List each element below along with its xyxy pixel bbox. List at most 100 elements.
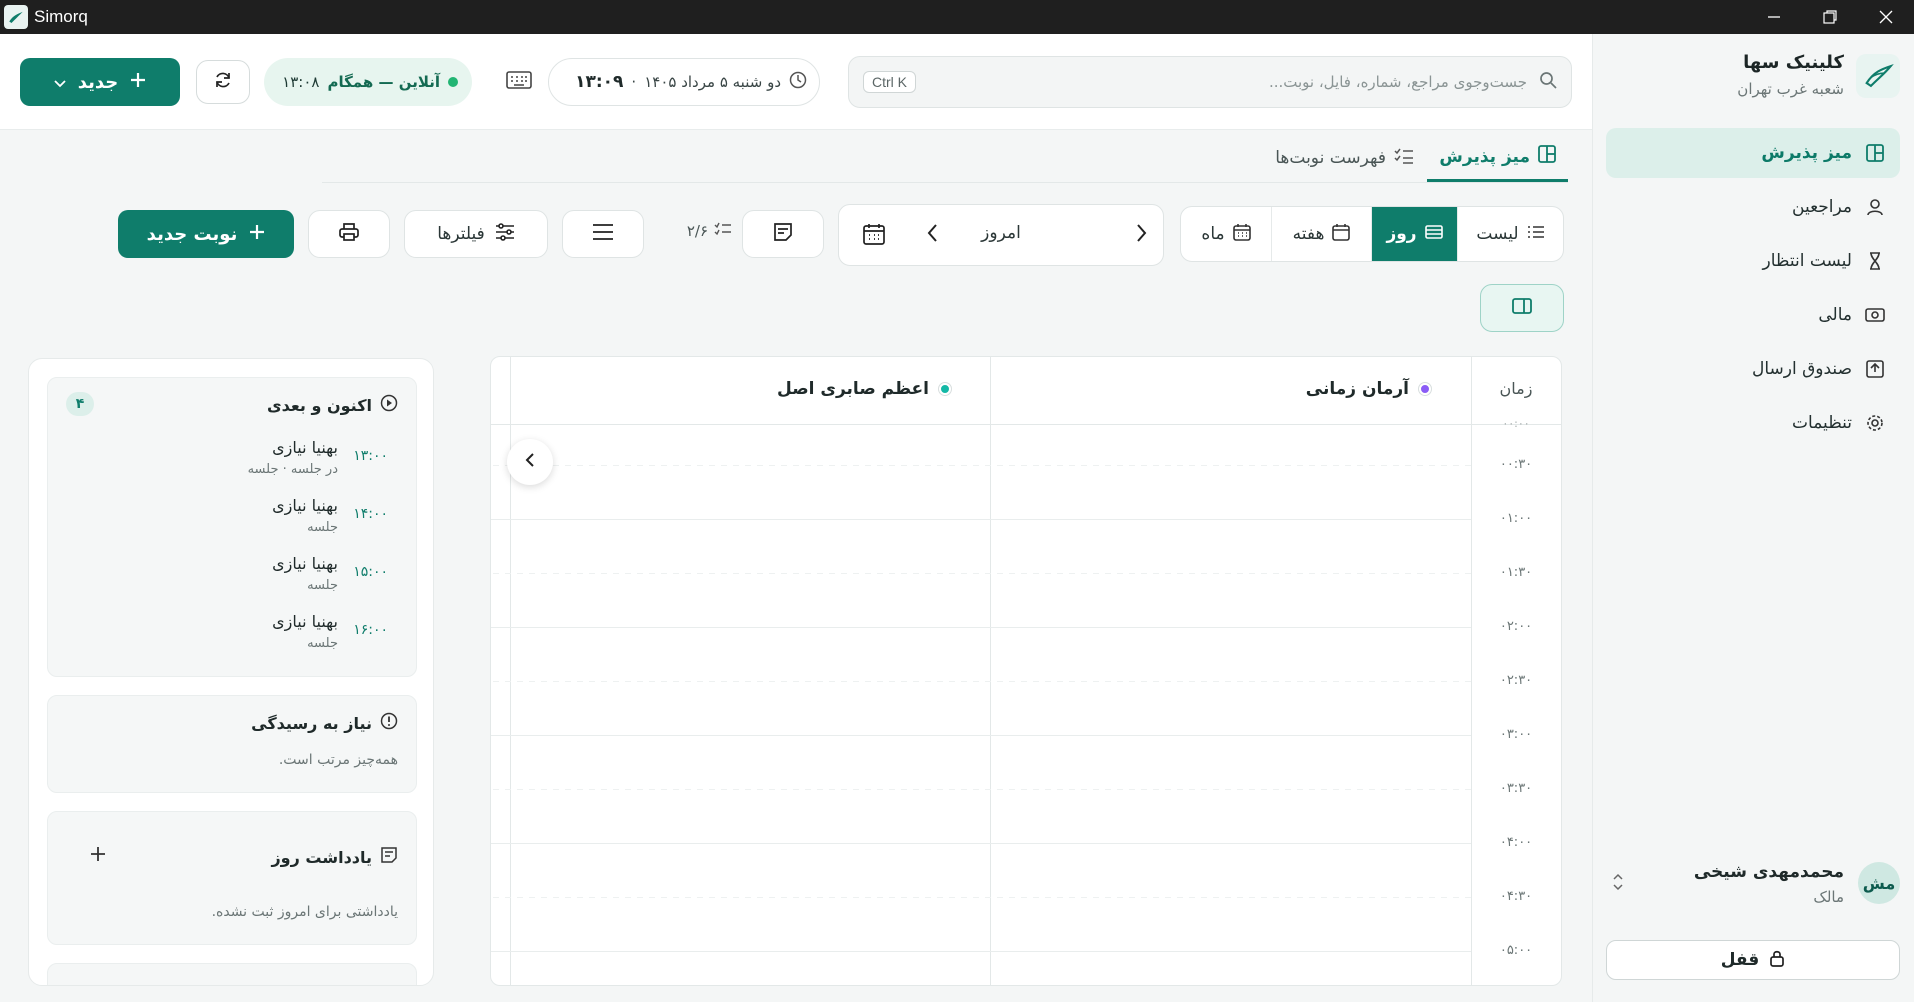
brand-name: کلینیک سها <box>1743 52 1844 73</box>
brand-branch: شعبه غرب تهران <box>1737 80 1844 98</box>
new-appointment-label: نوبت جدید <box>146 223 238 245</box>
toggle-side-panel-button[interactable] <box>1480 284 1564 332</box>
lock-label: قفل <box>1720 950 1760 970</box>
new-appointment-button[interactable]: نوبت جدید <box>118 210 294 258</box>
menu-button[interactable] <box>562 210 644 258</box>
tab-reception[interactable]: میز پذیرش <box>1427 134 1568 182</box>
time-label-partial: ۰۰:۰۰ <box>1502 417 1530 430</box>
sidebar-item-label: میز پذیرش <box>1761 143 1852 163</box>
view-week-label: هفته <box>1292 224 1325 244</box>
client-name: بهنیا نیازی <box>272 496 338 515</box>
close-button[interactable] <box>1858 0 1914 34</box>
appointment-time: ۱۴:۰۰ <box>353 506 388 522</box>
refresh-button[interactable] <box>196 60 250 104</box>
time-text: ۱۳:۰۹ <box>575 72 624 92</box>
provider-header: آرمان زمانی <box>1306 379 1431 399</box>
app-logo-icon <box>4 5 28 29</box>
now-next-card: اکنون و بعدی ۴ بهنیا نیازی در جلسه · جلس… <box>47 377 417 677</box>
time-label: ۰۱:۳۰ <box>1499 565 1533 580</box>
time-label: ۰۲:۰۰ <box>1499 619 1533 634</box>
day-view-icon <box>1424 224 1443 244</box>
view-list-label: لیست <box>1476 224 1519 244</box>
sidebar-item-finance[interactable]: مالی <box>1606 290 1900 340</box>
hour-line <box>491 627 1471 628</box>
print-button[interactable] <box>308 210 390 258</box>
checklist-icon <box>1394 147 1414 170</box>
sidebar-item-label: صندوق ارسال <box>1752 359 1852 379</box>
sidebar-item-label: مالی <box>1818 305 1852 325</box>
day-notes-card: یادداشت روز یادداشتی برای امروز ثبت نشده… <box>47 811 417 945</box>
appointment-status: جلسه <box>307 578 338 593</box>
checklist-icon <box>714 222 732 240</box>
minimize-button[interactable] <box>1746 0 1802 34</box>
plus-icon <box>130 72 146 93</box>
attention-title-text: نیاز به رسیدگی <box>251 713 372 733</box>
time-label: ۰۳:۰۰ <box>1499 727 1533 742</box>
time-label: ۰۵:۰۰ <box>1499 943 1533 958</box>
upcoming-appointment[interactable]: بهنیا نیازی جلسه ۱۵:۰۰ <box>88 554 388 610</box>
plus-icon <box>249 224 265 245</box>
user-switcher[interactable]: مش محمدمهدی شیخی مالک <box>1606 854 1900 914</box>
schedule-grid: زمان آرمان زمانی اعظم صابری اصل ۰۰:۰۰ ۰۰… <box>490 356 1562 986</box>
new-label: جدید <box>77 71 119 93</box>
sidebar-item-reception[interactable]: میز پذیرش <box>1606 128 1900 178</box>
upcoming-appointment[interactable]: بهنیا نیازی جلسه ۱۶:۰۰ <box>88 612 388 668</box>
appointment-status: جلسه <box>307 636 338 651</box>
tab-appointments-list[interactable]: فهرست نوبت‌ها <box>1263 134 1426 182</box>
provider-name: اعظم صابری اصل <box>777 379 929 399</box>
chevron-updown-icon <box>1612 872 1624 896</box>
next-day-button[interactable] <box>927 223 939 247</box>
search-input[interactable] <box>928 73 1527 91</box>
search-shortcut: Ctrl K <box>863 71 916 93</box>
clock-icon <box>789 71 807 93</box>
dashboard-icon <box>1864 142 1886 164</box>
view-day-button[interactable]: روز <box>1371 207 1457 261</box>
sidebar-item-clients[interactable]: مراجعین <box>1606 182 1900 232</box>
today-button[interactable]: امروز <box>839 223 1163 243</box>
time-label: ۰۱:۰۰ <box>1499 511 1533 526</box>
hourglass-icon <box>1864 250 1886 272</box>
view-month-button[interactable]: ماه <box>1181 207 1271 261</box>
sidebar-item-outbox[interactable]: صندوق ارسال <box>1606 344 1900 394</box>
now-next-title: اکنون و بعدی <box>267 394 398 416</box>
half-hour-line <box>491 465 1471 466</box>
notes-button[interactable] <box>742 210 824 258</box>
sync-status-badge: آنلاین — همگام ۱۳:۰۸ <box>264 58 472 106</box>
sidebar-item-settings[interactable]: تنظیمات <box>1606 398 1900 448</box>
maximize-button[interactable] <box>1802 0 1858 34</box>
view-week-button[interactable]: هفته <box>1271 207 1371 261</box>
lock-button[interactable]: قفل <box>1606 940 1900 980</box>
time-label: ۰۴:۳۰ <box>1499 889 1533 904</box>
view-list-button[interactable]: لیست <box>1457 207 1563 261</box>
collapse-panel-button[interactable] <box>507 439 553 485</box>
view-tabs: میز پذیرش فهرست نوبت‌ها <box>322 134 1568 183</box>
filters-button[interactable]: فیلترها <box>404 210 548 258</box>
upcoming-appointment[interactable]: بهنیا نیازی در جلسه · جلسه ۱۳:۰۰ <box>88 438 388 494</box>
client-name: بهنیا نیازی <box>272 438 338 457</box>
search-box[interactable]: Ctrl K <box>848 56 1572 108</box>
sidebar-item-label: مراجعین <box>1792 197 1852 217</box>
new-dropdown-button[interactable]: جدید <box>20 58 180 106</box>
appointment-status: در جلسه · جلسه <box>247 462 338 477</box>
upcoming-appointment[interactable]: بهنیا نیازی جلسه ۱۴:۰۰ <box>88 496 388 552</box>
plus-icon <box>90 847 106 866</box>
date-time-display: دو شنبه ۵ مرداد ۱۴۰۵ · ۱۳:۰۹ <box>548 58 820 106</box>
sidebar-item-waitlist[interactable]: لیست انتظار <box>1606 236 1900 286</box>
hamburger-icon <box>592 223 614 246</box>
window-titlebar: Simorq <box>0 0 1914 34</box>
attention-text: همه‌چیز مرتب است. <box>278 752 398 768</box>
chevron-left-icon <box>525 452 535 472</box>
note-icon <box>773 222 793 247</box>
outbox-icon <box>1864 358 1886 380</box>
half-hour-line <box>491 681 1471 682</box>
provider-color-dot <box>1419 383 1431 395</box>
tab-label: میز پذیرش <box>1439 146 1530 167</box>
appointment-time: ۱۳:۰۰ <box>353 448 388 464</box>
add-note-button[interactable] <box>90 846 106 866</box>
time-label: ۰۳:۳۰ <box>1499 781 1533 796</box>
alert-circle-icon <box>380 712 398 734</box>
keyboard-icon[interactable] <box>504 70 532 94</box>
date-picker-button[interactable] <box>863 223 885 249</box>
count-text: ۲/۶ <box>686 222 708 240</box>
day-info-panel: اکنون و بعدی ۴ بهنیا نیازی در جلسه · جلس… <box>28 358 434 986</box>
